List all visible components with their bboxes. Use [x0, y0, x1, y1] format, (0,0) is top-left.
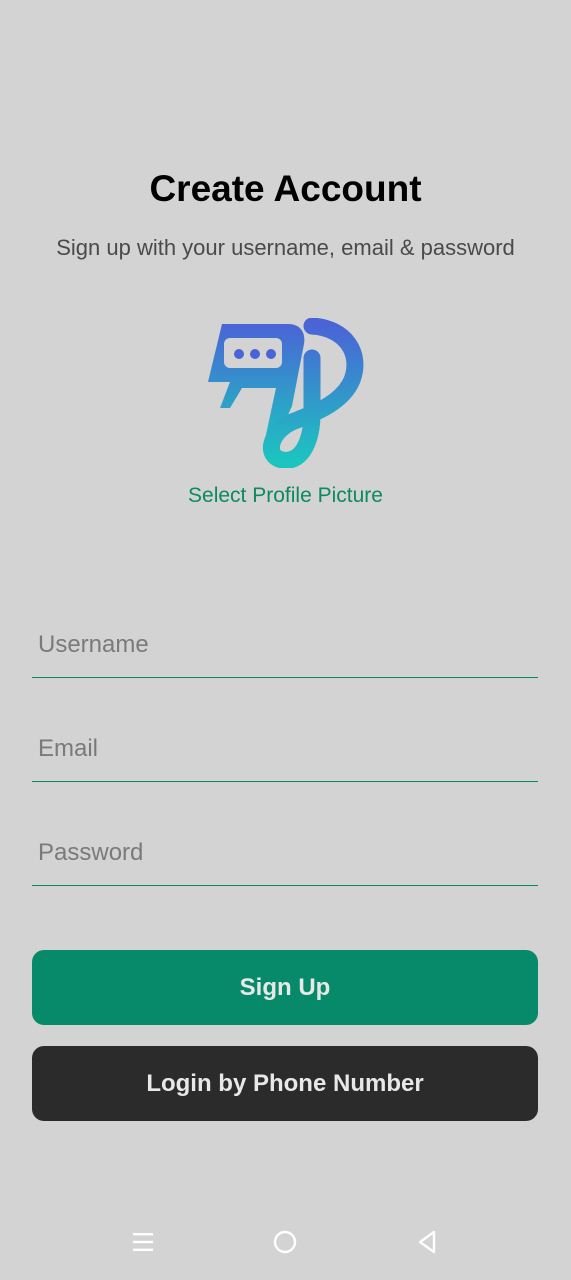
password-input[interactable]: [38, 839, 528, 867]
password-field-container: [32, 829, 538, 886]
page-title: Create Account: [149, 168, 422, 209]
app-logo-icon[interactable]: [200, 317, 365, 469]
menu-icon[interactable]: [125, 1224, 161, 1260]
back-triangle-icon[interactable]: [409, 1224, 445, 1260]
select-profile-picture-link[interactable]: Select Profile Picture: [0, 484, 571, 508]
page-subtitle: Sign up with your username, email & pass…: [56, 235, 515, 260]
username-field-container: [32, 621, 538, 678]
create-account-screen: Create Account Sign up with your usernam…: [0, 0, 571, 1280]
username-input[interactable]: [38, 631, 528, 659]
home-circle-icon[interactable]: [267, 1224, 303, 1260]
email-field-container: [32, 725, 538, 782]
email-input[interactable]: [38, 735, 528, 763]
system-navigation-bar: [0, 1210, 571, 1272]
login-by-phone-button[interactable]: Login by Phone Number: [32, 1046, 538, 1121]
sign-up-button[interactable]: Sign Up: [32, 950, 538, 1025]
